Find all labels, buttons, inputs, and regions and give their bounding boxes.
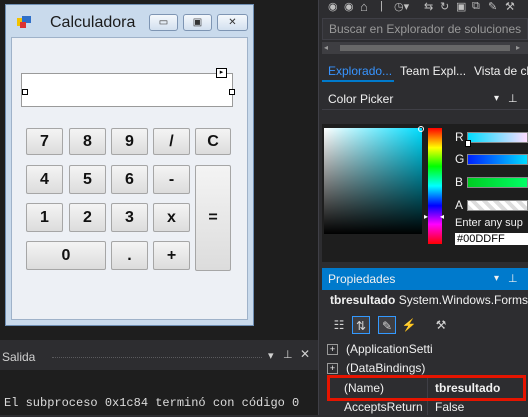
pin-icon[interactable]: ⊥: [283, 348, 293, 361]
sync-icon[interactable]: ⇆: [424, 0, 433, 14]
grip-line: [52, 357, 262, 358]
color-picker-toolbar: [322, 112, 528, 124]
output-header: Salida ▾ ⊥ ✕: [0, 344, 318, 370]
property-name: (DataBindings): [346, 361, 426, 375]
key-multiply[interactable]: x: [153, 203, 190, 232]
hue-marker-right-icon[interactable]: ◂: [440, 212, 444, 221]
alphabetical-icon[interactable]: ⇅: [352, 316, 370, 334]
output-line: El subproceso 0x1c84 terminó con código …: [4, 396, 300, 410]
smart-tag-glyph[interactable]: ▸: [216, 68, 227, 78]
key-equals[interactable]: =: [195, 165, 231, 271]
key-5[interactable]: 5: [69, 165, 106, 194]
object-type: System.Windows.Forms: [398, 293, 528, 307]
key-2[interactable]: 2: [69, 203, 106, 232]
key-8[interactable]: 8: [69, 128, 106, 155]
key-clear[interactable]: C: [195, 128, 231, 155]
key-minus[interactable]: -: [153, 165, 190, 194]
key-4[interactable]: 4: [26, 165, 63, 194]
maximize-button[interactable]: ▣: [183, 14, 212, 31]
collapse-icon[interactable]: ▣: [456, 0, 466, 14]
key-3[interactable]: 3: [111, 203, 148, 232]
color-picker-title: Color Picker: [328, 92, 394, 106]
key-1[interactable]: 1: [26, 203, 63, 232]
minimize-button[interactable]: ▭: [149, 14, 178, 31]
resize-handle-left[interactable]: [22, 89, 28, 95]
close-icon[interactable]: ✕: [300, 347, 310, 361]
dropdown-icon[interactable]: ▾: [268, 349, 274, 362]
color-picker-header: Color Picker ▾ ⊥: [322, 88, 528, 110]
channel-b-slider[interactable]: [467, 177, 528, 188]
scroll-left-icon[interactable]: ◂: [324, 43, 328, 52]
properties-header: Propiedades ▾ ⊥: [322, 268, 528, 290]
hex-input[interactable]: #00DDFF: [455, 233, 528, 245]
channel-g-slider[interactable]: [467, 154, 528, 165]
property-pages-icon[interactable]: ⚒: [432, 316, 450, 334]
form-icon: [17, 16, 31, 28]
scrollbar-thumb[interactable]: [340, 45, 510, 51]
pin-icon[interactable]: ⊥: [508, 268, 518, 290]
key-0[interactable]: 0: [26, 241, 106, 270]
saturation-gap: [324, 234, 422, 244]
channel-r-thumb[interactable]: [465, 140, 471, 147]
property-row[interactable]: + (ApplicationSetti: [322, 339, 528, 359]
edit-icon[interactable]: ✎: [488, 0, 497, 14]
channel-b-label: B: [455, 175, 464, 189]
dropdown-icon[interactable]: ▾: [494, 88, 499, 110]
forward-icon[interactable]: ◉: [344, 0, 354, 14]
history-icon[interactable]: ◷▾: [394, 0, 409, 14]
home-icon[interactable]: ⌂: [360, 0, 368, 14]
separator-icon: |: [380, 0, 383, 12]
channel-r-label: R: [455, 130, 464, 144]
copy-icon[interactable]: ⧉: [472, 0, 480, 14]
dropdown-icon[interactable]: ▾: [494, 268, 499, 290]
tab-solution-explorer[interactable]: Explorado...: [322, 60, 394, 82]
key-divide[interactable]: /: [153, 128, 190, 155]
result-textbox[interactable]: [21, 73, 233, 107]
hue-marker-left-icon[interactable]: ▸: [424, 212, 428, 221]
saturation-field[interactable]: [324, 128, 422, 234]
channel-r-slider[interactable]: [467, 132, 528, 143]
property-name: (ApplicationSetti: [346, 342, 433, 356]
key-plus[interactable]: +: [153, 241, 190, 270]
solution-search-input[interactable]: Buscar en Explorador de soluciones: [322, 18, 528, 40]
wrench-icon[interactable]: ⚒: [505, 0, 515, 14]
refresh-icon[interactable]: ↻: [440, 0, 449, 14]
channel-a-slider[interactable]: [467, 200, 528, 211]
categorized-icon[interactable]: ☷: [330, 316, 348, 334]
key-9[interactable]: 9: [111, 128, 148, 155]
key-6[interactable]: 6: [111, 165, 148, 194]
key-decimal[interactable]: .: [111, 241, 148, 270]
properties-title: Propiedades: [328, 272, 396, 286]
close-button[interactable]: ✕: [217, 14, 248, 31]
selected-object[interactable]: tbresultado System.Windows.Forms: [322, 290, 528, 310]
highlight-box: [327, 375, 526, 401]
object-name: tbresultado: [330, 293, 396, 307]
scroll-right-icon[interactable]: ▸: [516, 43, 520, 52]
properties-icon[interactable]: ✎: [378, 316, 396, 334]
output-title: Salida: [2, 350, 36, 364]
resize-handle-right[interactable]: [229, 89, 235, 95]
hue-slider[interactable]: [428, 128, 442, 244]
channel-g-label: G: [455, 152, 465, 166]
expand-icon[interactable]: +: [327, 344, 338, 356]
back-icon[interactable]: ◉: [328, 0, 338, 14]
form-title-bar[interactable]: Calculadora ▭ ▣ ✕: [6, 5, 253, 37]
channel-a-label: A: [455, 198, 464, 212]
tab-class-view[interactable]: Vista de cl: [474, 60, 528, 82]
key-7[interactable]: 7: [26, 128, 63, 155]
form-title: Calculadora: [50, 14, 136, 31]
color-cursor[interactable]: [418, 126, 424, 132]
expand-icon[interactable]: +: [327, 363, 338, 375]
events-icon[interactable]: ⚡: [400, 316, 418, 334]
hex-hint: Enter any sup: [455, 217, 523, 229]
pin-icon[interactable]: ⊥: [508, 88, 518, 110]
tab-team-explorer[interactable]: Team Expl...: [400, 60, 466, 82]
